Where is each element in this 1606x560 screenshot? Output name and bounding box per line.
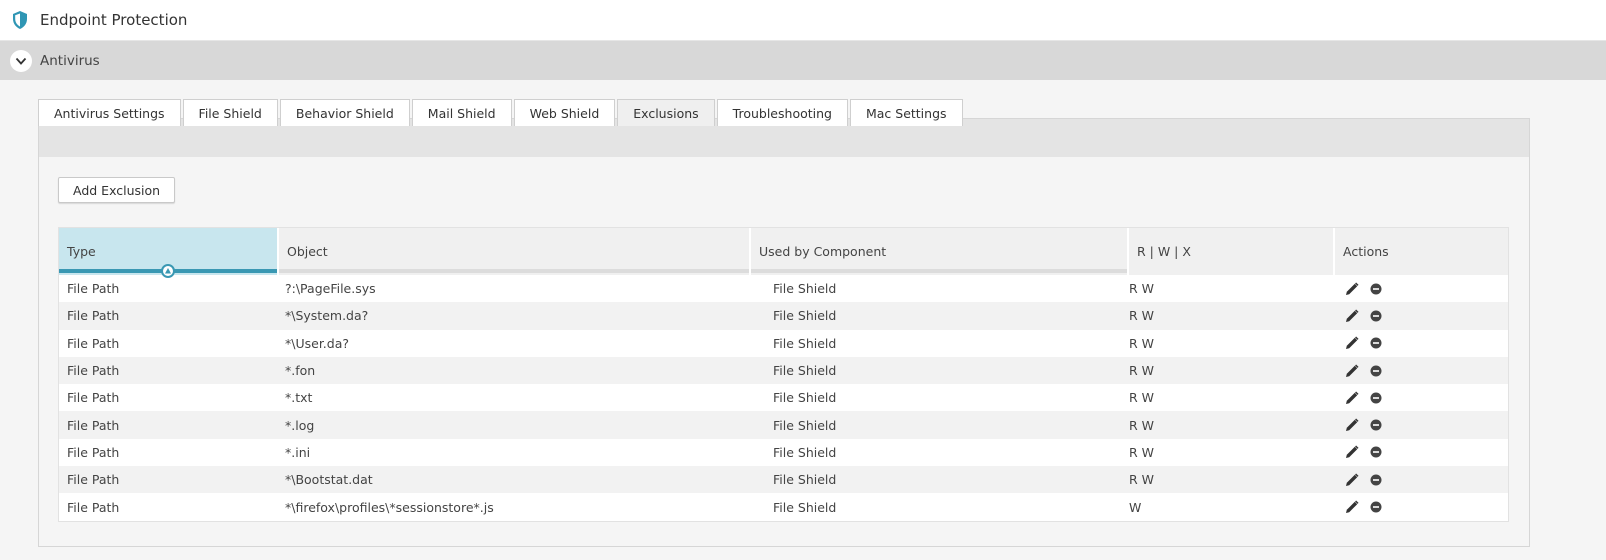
- cell-rwx: R W: [1129, 417, 1155, 433]
- column-header-object[interactable]: Object: [279, 228, 751, 275]
- exclusions-table: Type Object Used by Component R | W | X …: [58, 227, 1509, 522]
- remove-icon[interactable]: [1367, 389, 1385, 407]
- cell-rwx: R W: [1129, 472, 1155, 488]
- remove-icon[interactable]: [1367, 498, 1385, 516]
- table-row[interactable]: File Path ?:\PageFile.sys File Shield R W: [59, 275, 1508, 302]
- page-title: Endpoint Protection: [40, 11, 188, 29]
- cell-rwx: W: [1129, 499, 1142, 515]
- edit-pencil-icon[interactable]: [1343, 307, 1361, 325]
- add-exclusion-button[interactable]: Add Exclusion: [58, 177, 176, 203]
- table-row[interactable]: File Path *.txt File Shield R W: [59, 384, 1508, 411]
- cell-object: *\Bootstat.dat: [285, 472, 373, 488]
- table-body: File Path ?:\PageFile.sys File Shield R W Fi…: [59, 275, 1508, 521]
- edit-pencil-icon[interactable]: [1343, 362, 1361, 380]
- section-label: Antivirus: [40, 52, 100, 69]
- tab-troubleshooting[interactable]: Troubleshooting: [716, 99, 848, 126]
- cell-actions: [1335, 334, 1508, 352]
- column-header-component[interactable]: Used by Component: [751, 228, 1129, 275]
- cell-actions: [1335, 471, 1508, 489]
- column-header-actions: Actions: [1335, 228, 1508, 275]
- cell-actions: [1335, 443, 1508, 461]
- cell-component: File Shield: [773, 335, 837, 351]
- sort-ascending-icon: [161, 264, 175, 278]
- edit-pencil-icon[interactable]: [1343, 471, 1361, 489]
- cell-type: File Path: [67, 472, 120, 488]
- shield-icon: [13, 11, 27, 29]
- app-header: Endpoint Protection: [0, 0, 1606, 41]
- table-row[interactable]: File Path *.fon File Shield R W: [59, 356, 1508, 385]
- edit-pencil-icon[interactable]: [1343, 416, 1361, 434]
- cell-object: *\User.da?: [285, 335, 350, 351]
- cell-type: File Path: [67, 281, 120, 297]
- tab-bar: Antivirus Settings File Shield Behavior …: [38, 99, 963, 126]
- edit-pencil-icon[interactable]: [1343, 389, 1361, 407]
- remove-icon[interactable]: [1367, 362, 1385, 380]
- table-header: Type Object Used by Component R | W | X …: [59, 228, 1508, 278]
- cell-component: File Shield: [773, 417, 837, 433]
- cell-component: File Shield: [773, 281, 837, 297]
- cell-object: *\firefox\profiles\*sessionstore*.js: [285, 499, 494, 515]
- cell-actions: [1335, 416, 1508, 434]
- cell-component: File Shield: [773, 308, 837, 324]
- cell-type: File Path: [67, 444, 120, 460]
- cell-actions: [1335, 389, 1508, 407]
- cell-actions: [1335, 280, 1508, 298]
- edit-pencil-icon[interactable]: [1343, 280, 1361, 298]
- edit-pencil-icon[interactable]: [1343, 498, 1361, 516]
- cell-object: *\System.da?: [285, 308, 369, 324]
- section-toggle[interactable]: [10, 49, 32, 72]
- edit-pencil-icon[interactable]: [1343, 334, 1361, 352]
- cell-object: *.txt: [285, 390, 313, 406]
- table-row[interactable]: File Path *\firefox\profiles\*sessionstor…: [59, 493, 1508, 520]
- remove-icon[interactable]: [1367, 443, 1385, 461]
- cell-component: File Shield: [773, 499, 837, 515]
- table-row[interactable]: File Path *\System.da? File Shield R W: [59, 302, 1508, 330]
- cell-actions: [1335, 307, 1508, 325]
- table-row[interactable]: File Path *\User.da? File Shield R W: [59, 330, 1508, 357]
- cell-component: File Shield: [773, 363, 837, 379]
- remove-icon[interactable]: [1367, 334, 1385, 352]
- cell-rwx: R W: [1129, 281, 1155, 297]
- cell-type: File Path: [67, 499, 120, 515]
- table-row[interactable]: File Path *.ini File Shield R W: [59, 439, 1508, 466]
- antivirus-section-header[interactable]: Antivirus: [0, 41, 1606, 80]
- cell-type: File Path: [67, 390, 120, 406]
- chevron-down-icon: [15, 57, 27, 65]
- tab-file-shield[interactable]: File Shield: [182, 99, 278, 126]
- cell-type: File Path: [67, 335, 120, 351]
- cell-object: *.fon: [285, 363, 316, 379]
- cell-component: File Shield: [773, 390, 837, 406]
- tab-exclusions[interactable]: Exclusions: [617, 99, 715, 126]
- cell-rwx: R W: [1129, 444, 1155, 460]
- column-header-type[interactable]: Type: [59, 228, 279, 278]
- tab-mail-shield[interactable]: Mail Shield: [411, 99, 512, 126]
- cell-rwx: R W: [1129, 363, 1155, 379]
- edit-pencil-icon[interactable]: [1343, 443, 1361, 461]
- remove-icon[interactable]: [1367, 416, 1385, 434]
- cell-object: *.log: [285, 417, 315, 433]
- tab-antivirus-settings[interactable]: Antivirus Settings: [38, 99, 181, 126]
- tab-mac-settings[interactable]: Mac Settings: [849, 99, 963, 126]
- cell-type: File Path: [67, 363, 120, 379]
- cell-object: ?:\PageFile.sys: [285, 281, 376, 297]
- table-row[interactable]: File Path *.log File Shield R W: [59, 411, 1508, 439]
- cell-component: File Shield: [773, 444, 837, 460]
- remove-icon[interactable]: [1367, 280, 1385, 298]
- tab-web-shield[interactable]: Web Shield: [513, 99, 616, 126]
- remove-icon[interactable]: [1367, 307, 1385, 325]
- cell-actions: [1335, 498, 1508, 516]
- cell-rwx: R W: [1129, 308, 1155, 324]
- tab-behavior-shield[interactable]: Behavior Shield: [279, 99, 410, 126]
- column-header-rwx[interactable]: R | W | X: [1129, 228, 1335, 275]
- table-row[interactable]: File Path *\Bootstat.dat File Shield R W: [59, 466, 1508, 494]
- cell-rwx: R W: [1129, 390, 1155, 406]
- cell-type: File Path: [67, 308, 120, 324]
- cell-rwx: R W: [1129, 335, 1155, 351]
- cell-component: File Shield: [773, 472, 837, 488]
- cell-type: File Path: [67, 417, 120, 433]
- cell-actions: [1335, 362, 1508, 380]
- cell-object: *.ini: [285, 444, 311, 460]
- remove-icon[interactable]: [1367, 471, 1385, 489]
